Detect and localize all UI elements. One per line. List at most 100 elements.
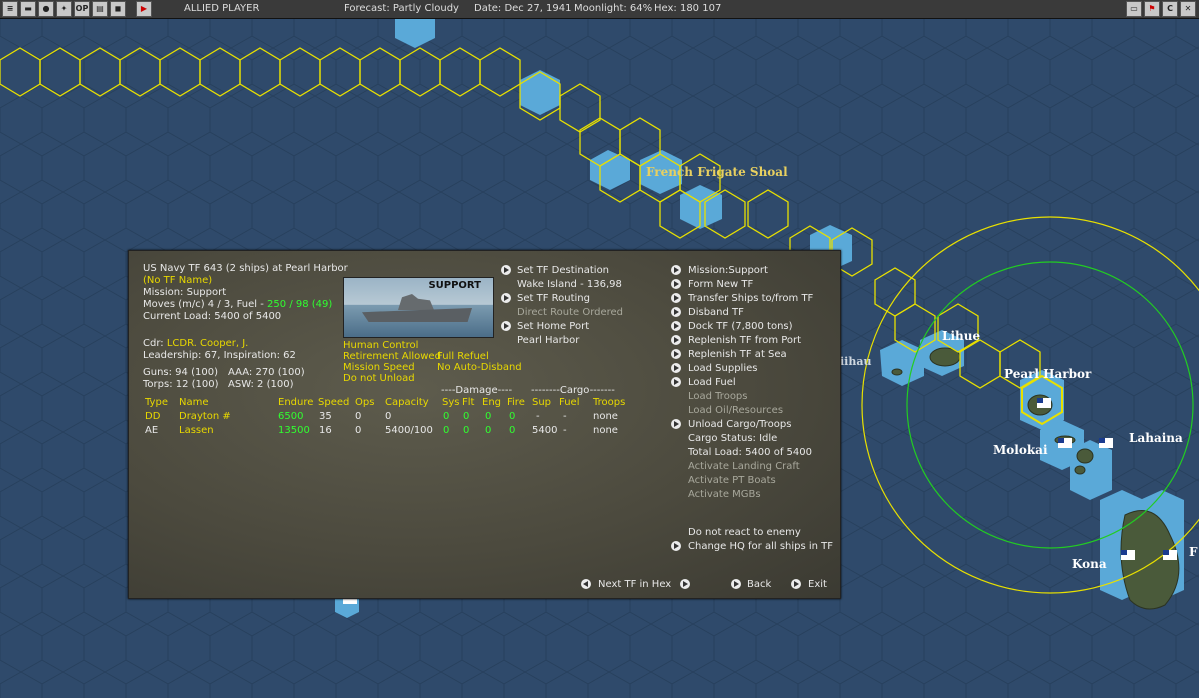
- exit-button[interactable]: Exit: [808, 579, 827, 591]
- exit-arrow-icon[interactable]: [791, 579, 801, 589]
- row-eng: 0: [485, 425, 492, 436]
- col-capacity[interactable]: Capacity: [385, 397, 429, 409]
- set-destination-arrow-icon[interactable]: [501, 265, 511, 275]
- load-fuel-arrow-icon[interactable]: [671, 377, 681, 387]
- cmd-replenish-port[interactable]: Replenish TF from Port: [688, 335, 801, 347]
- set-destination-button[interactable]: Set TF Destination: [517, 265, 609, 277]
- row-capacity: 0: [385, 411, 392, 422]
- col-sys[interactable]: Sys: [442, 397, 459, 409]
- col-sup[interactable]: Sup: [532, 397, 551, 409]
- map-label-niihau[interactable]: iihau: [840, 355, 871, 368]
- screen-icon[interactable]: ◼: [110, 1, 126, 17]
- load-supplies-arrow-icon[interactable]: [671, 363, 681, 373]
- cdr-label: Cdr:: [143, 338, 164, 349]
- cdr-name[interactable]: LCDR. Cooper, J.: [167, 338, 249, 349]
- row-ops: 0: [355, 411, 362, 422]
- next-tf-arrow-icon[interactable]: [680, 579, 690, 589]
- flag-icon[interactable]: ⚑: [1144, 1, 1160, 17]
- col-fire[interactable]: Fire: [507, 397, 525, 409]
- guns-text: Guns: 94 (100): [143, 367, 218, 378]
- cmd-load-troops: Load Troops: [688, 391, 748, 402]
- set-home-arrow-icon[interactable]: [501, 321, 511, 331]
- transfer-arrow-icon[interactable]: [671, 293, 681, 303]
- cmd-mission[interactable]: Mission:Support: [688, 265, 768, 277]
- set-home-port-button[interactable]: Set Home Port: [517, 321, 589, 333]
- asw-text: ASW: 2 (100): [228, 379, 294, 390]
- dock-arrow-icon[interactable]: [671, 321, 681, 331]
- col-flt[interactable]: Flt: [462, 397, 474, 409]
- row-sys: 0: [443, 425, 450, 436]
- set-routing-arrow-icon[interactable]: [501, 293, 511, 303]
- moves-text: Moves (m/c) 4 / 3, Fuel -: [143, 299, 268, 310]
- change-hq-arrow-icon[interactable]: [671, 541, 681, 551]
- map-label-pearl-harbor[interactable]: Pearl Harbor: [1004, 367, 1091, 381]
- cmd-replenish-sea[interactable]: Replenish TF at Sea: [688, 349, 787, 361]
- monitor-icon[interactable]: ▭: [1126, 1, 1142, 17]
- col-type[interactable]: Type: [145, 397, 168, 409]
- col-endure[interactable]: Endure: [278, 397, 313, 409]
- ships-icon[interactable]: ≡: [2, 1, 18, 17]
- cmd-dock-tf[interactable]: Dock TF (7,800 tons): [688, 321, 793, 333]
- air-icon[interactable]: ▬: [20, 1, 36, 17]
- row-ship-name[interactable]: Lassen: [179, 425, 214, 437]
- c-icon[interactable]: C: [1162, 1, 1178, 17]
- row-fuel: -: [563, 411, 567, 422]
- end-turn-icon[interactable]: ▶: [136, 1, 152, 17]
- cmd-transfer-ships[interactable]: Transfer Ships to/from TF: [688, 293, 813, 305]
- cmd-load-fuel[interactable]: Load Fuel: [688, 377, 736, 389]
- top-status-bar: ≡ ▬ ● ✦ OP ▤ ◼ ▶ ALLIED PLAYER Forecast:…: [0, 0, 1199, 19]
- ship-image-label: SUPPORT: [428, 280, 481, 291]
- fuel-value: 250 / 98 (49): [267, 299, 333, 310]
- toolbar-icons: ≡ ▬ ● ✦ OP ▤ ◼ ▶: [2, 1, 152, 17]
- replenish-port-arrow-icon[interactable]: [671, 335, 681, 345]
- replenish-sea-arrow-icon[interactable]: [671, 349, 681, 359]
- mission-arrow-icon[interactable]: [671, 265, 681, 275]
- col-fuel[interactable]: Fuel: [559, 397, 579, 409]
- form-tf-arrow-icon[interactable]: [671, 279, 681, 289]
- tf-mission: Mission: Support: [143, 287, 227, 298]
- map-label-french-frigate-shoal[interactable]: French Frigate Shoal: [646, 165, 788, 179]
- forecast-text: Forecast: Partly Cloudy: [344, 3, 459, 14]
- row-troops: none: [593, 411, 618, 422]
- unload-toggle[interactable]: Do not Unload: [343, 373, 415, 385]
- prev-tf-arrow-icon[interactable]: [581, 579, 591, 589]
- no-react-toggle[interactable]: Do not react to enemy: [688, 527, 801, 539]
- cmd-unload-cargo[interactable]: Unload Cargo/Troops: [688, 419, 791, 431]
- back-arrow-icon[interactable]: [731, 579, 741, 589]
- back-button[interactable]: Back: [747, 579, 771, 591]
- tf-name[interactable]: (No TF Name): [143, 275, 212, 287]
- auto-disband-toggle[interactable]: No Auto-Disband: [437, 362, 522, 374]
- map-label-molokai[interactable]: Molokai: [993, 443, 1048, 457]
- aaa-text: AAA: 270 (100): [228, 367, 305, 378]
- cmd-load-supplies[interactable]: Load Supplies: [688, 363, 757, 375]
- cmd-disband-tf[interactable]: Disband TF: [688, 307, 744, 319]
- col-troops[interactable]: Troops: [593, 397, 625, 409]
- report-icon[interactable]: ▤: [92, 1, 108, 17]
- commander-row: Cdr: LCDR. Cooper, J.: [143, 338, 248, 350]
- map-label-kona[interactable]: Kona: [1072, 557, 1107, 571]
- globe-icon[interactable]: ●: [38, 1, 54, 17]
- row-ship-name[interactable]: Drayton #: [179, 411, 231, 423]
- cmd-change-hq[interactable]: Change HQ for all ships in TF: [688, 541, 833, 553]
- set-routing-button[interactable]: Set TF Routing: [517, 293, 590, 305]
- cmd-form-new-tf[interactable]: Form New TF: [688, 279, 753, 291]
- col-name[interactable]: Name: [179, 397, 209, 409]
- cmd-activate-mgbs: Activate MGBs: [688, 489, 761, 500]
- cargo-group-header: --------Cargo-------: [531, 385, 615, 396]
- row-sup: -: [536, 411, 540, 422]
- network-icon[interactable]: ✦: [56, 1, 72, 17]
- col-speed[interactable]: Speed: [318, 397, 349, 409]
- col-ops[interactable]: Ops: [355, 397, 374, 409]
- map-label-lahaina[interactable]: Lahaina: [1129, 431, 1183, 445]
- cmd-load-oil: Load Oil/Resources: [688, 405, 784, 416]
- map-label-edge: F: [1189, 545, 1198, 559]
- tf-moves: Moves (m/c) 4 / 3, Fuel - 250 / 98 (49): [143, 299, 332, 311]
- ship-hull: [362, 308, 472, 322]
- col-eng[interactable]: Eng: [482, 397, 501, 409]
- map-label-lihue[interactable]: Lihue: [942, 329, 980, 343]
- toolbar-right-icons: ▭ ⚑ C ✕: [1126, 1, 1196, 17]
- close-icon[interactable]: ✕: [1180, 1, 1196, 17]
- unload-arrow-icon[interactable]: [671, 419, 681, 429]
- op-icon[interactable]: OP: [74, 1, 90, 17]
- disband-arrow-icon[interactable]: [671, 307, 681, 317]
